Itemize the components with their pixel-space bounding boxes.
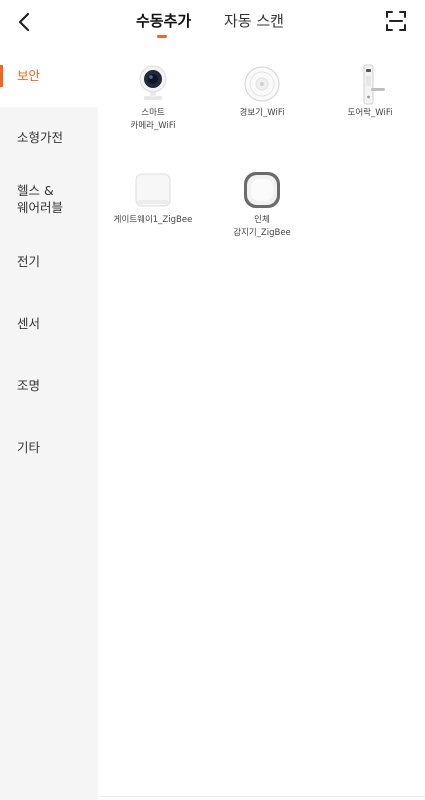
sidebar-item-label: 소형가전 xyxy=(17,130,64,145)
active-category-indicator xyxy=(0,65,3,87)
device-name: 경보기_WiFi xyxy=(239,108,285,118)
sidebar-item-lighting[interactable]: 조명 xyxy=(0,355,98,417)
gateway-icon xyxy=(133,170,173,210)
device-name: 인체 감지기_ZigBee xyxy=(233,215,291,238)
tab-auto-scan[interactable]: 자동 스캔 xyxy=(224,11,284,31)
sidebar-item-label: 센서 xyxy=(17,316,41,331)
device-name: 스마트 카메라_WiFi xyxy=(130,108,176,131)
door-lock-icon xyxy=(350,63,390,105)
camera-icon xyxy=(133,63,173,103)
sidebar-item-electric[interactable]: 전기 xyxy=(0,231,98,293)
header-bar: 수동추가 자동 스캔 xyxy=(0,0,425,45)
device-name: 도어락_WiFi xyxy=(347,108,393,118)
tab-manual-add[interactable]: 수동추가 xyxy=(136,11,191,31)
scan-frame-icon xyxy=(386,11,406,31)
chevron-left-icon xyxy=(18,12,30,32)
scan-button[interactable] xyxy=(385,10,409,34)
sidebar-item-small-appliance[interactable]: 소형가전 xyxy=(0,107,98,169)
sidebar-item-security[interactable]: 보안 xyxy=(0,45,98,107)
category-sidebar: 보안 소형가전 헬스 & 웨어러블 전기 센서 조명 기타 xyxy=(0,45,98,800)
bottom-divider xyxy=(98,796,425,797)
device-alarm[interactable]: 경보기_WiFi xyxy=(212,63,312,120)
device-door-lock[interactable]: 도어락_WiFi xyxy=(320,63,420,120)
alarm-icon xyxy=(242,63,282,103)
sidebar-item-health-wearable[interactable]: 헬스 & 웨어러블 xyxy=(0,169,98,231)
sidebar-item-other[interactable]: 기타 xyxy=(0,417,98,479)
sidebar-item-label: 헬스 & 웨어러블 xyxy=(17,183,64,215)
device-motion-sensor[interactable]: 인체 감지기_ZigBee xyxy=(212,170,312,240)
sidebar-item-label: 기타 xyxy=(17,440,41,455)
device-smart-camera[interactable]: 스마트 카메라_WiFi xyxy=(103,63,203,133)
sidebar-item-label: 조명 xyxy=(17,378,41,393)
sidebar-item-label: 보안 xyxy=(17,68,41,83)
sidebar-item-label: 전기 xyxy=(17,254,41,269)
sidebar-item-sensor[interactable]: 센서 xyxy=(0,293,98,355)
motion-sensor-icon xyxy=(242,170,282,210)
active-tab-indicator xyxy=(157,35,167,38)
device-name: 게이트웨이1_ZigBee xyxy=(113,215,193,225)
back-button[interactable] xyxy=(12,8,36,36)
device-gateway[interactable]: 게이트웨이1_ZigBee xyxy=(103,170,203,227)
